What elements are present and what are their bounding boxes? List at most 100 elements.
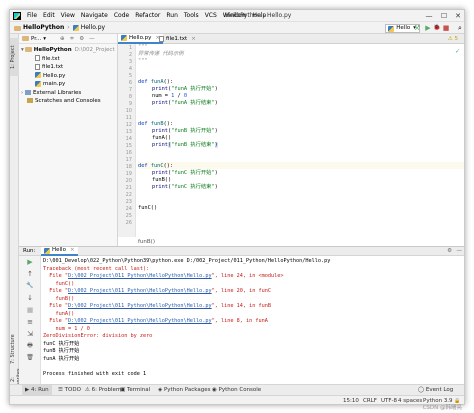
code-token: funC xyxy=(150,163,164,169)
tree-item-main-py[interactable]: main.py xyxy=(21,80,117,89)
console-line: ZeroDivisionError: division by zero xyxy=(43,333,153,339)
scroll-to-end-icon[interactable]: ⇲ xyxy=(26,330,34,338)
code-line: funC() xyxy=(138,205,158,211)
menu-navigate[interactable]: Navigate xyxy=(78,10,111,22)
stop-icon[interactable]: ■ xyxy=(26,306,34,314)
scratches-icon xyxy=(27,98,33,103)
file-link[interactable]: D:\002_Project\011_Python\HelloPython\He… xyxy=(68,288,212,294)
tree-item-root[interactable]: ▾ HelloPython D:\002_Project xyxy=(21,46,117,55)
chevron-down-icon[interactable]: ▾ xyxy=(43,34,46,44)
breadcrumb-separator-icon: › xyxy=(67,24,70,31)
tab-label: Hello.py xyxy=(129,35,152,41)
menu-tools[interactable]: Tools xyxy=(181,10,202,22)
tree-item-scratches[interactable]: Scratches and Consoles xyxy=(21,97,117,106)
line-number: 15 xyxy=(125,143,132,149)
scroll-down-icon[interactable]: ↓ xyxy=(26,294,34,302)
debug-icon[interactable]: 🐞 xyxy=(433,24,441,32)
folder-icon xyxy=(14,25,21,31)
ide-window: File Edit View Navigate Code Refactor Ru… xyxy=(9,9,465,405)
file-link[interactable]: D:\002_Project\011_Python\HelloPython\He… xyxy=(68,273,212,279)
code-line: funB() xyxy=(152,177,172,183)
locate-icon[interactable]: ⊕ xyxy=(60,34,65,44)
line-number: 16 xyxy=(125,150,132,156)
code-line: print("funC 执行开始") xyxy=(152,170,218,176)
hide-icon[interactable]: — xyxy=(457,247,463,256)
wrench-icon[interactable]: 🔧 xyxy=(26,282,34,290)
tab-structure[interactable]: 7: Structure xyxy=(10,330,19,368)
tree-root-path: D:\002_Project xyxy=(74,47,115,53)
warning-counter[interactable]: ⚠ 5 xyxy=(448,35,458,43)
console-text: ", line 8, in funA xyxy=(211,318,268,324)
line-number: 22 xyxy=(125,192,132,198)
run-icon[interactable]: ▶ xyxy=(424,24,432,32)
stop-icon[interactable]: ■ xyxy=(442,24,450,32)
tab-project[interactable]: 1: Project xyxy=(10,38,19,76)
console-line: funC 执行开始 xyxy=(43,340,80,347)
tree-item-file1-txt[interactable]: file1.txt xyxy=(21,63,117,72)
console-line: funB 执行开始 xyxy=(43,348,80,354)
tree-item-hello-py[interactable]: Hello.py xyxy=(21,72,117,81)
tree-item-external-libraries[interactable]: › External Libraries xyxy=(21,89,117,98)
collapse-icon[interactable]: ≑ xyxy=(70,34,75,44)
close-button[interactable]: ✕ xyxy=(451,10,464,22)
menu-code[interactable]: Code xyxy=(111,10,132,22)
python-file-icon xyxy=(35,80,41,87)
console-output[interactable]: D:\001_Develop\022_Python\Python39\pytho… xyxy=(43,258,463,394)
project-tree: ▾ HelloPython D:\002_Project file.txt file… xyxy=(19,44,117,106)
file-link[interactable]: D:\002_Project\011_Python\HelloPython\He… xyxy=(68,318,212,324)
search-icon[interactable]: ⌕ xyxy=(456,24,464,32)
maximize-button[interactable]: ☐ xyxy=(437,10,451,22)
gear-icon[interactable]: ⚙ xyxy=(79,34,84,44)
trash-icon[interactable]: 🗑 xyxy=(26,354,34,362)
tab-file1-txt[interactable]: file1.txt × xyxy=(156,34,199,44)
menu-file[interactable]: File xyxy=(24,10,40,22)
close-icon[interactable]: × xyxy=(70,246,75,255)
project-view-select[interactable]: Pr... xyxy=(31,34,41,44)
console-line: Traceback (most recent call last): xyxy=(43,265,150,272)
code-token: print xyxy=(152,128,168,134)
rerun-icon[interactable]: ▶ xyxy=(26,258,34,266)
line-separator[interactable]: CRLF xyxy=(363,396,377,404)
file-link[interactable]: D:\002_Project\011_Python\HelloPython\He… xyxy=(68,303,212,309)
run-panel-title: Run: xyxy=(23,248,36,254)
menu-vcs[interactable]: VCS xyxy=(202,10,220,22)
indent-setting[interactable]: 4 spaces xyxy=(398,396,422,404)
run-toolbar: ▶ ↑ 🔧 ↓ ■ ≡ ⇲ 🖶 🗑 xyxy=(19,256,41,396)
run-tab-label: Hello xyxy=(52,247,66,253)
inspection-ok-icon: ✓ xyxy=(454,48,460,55)
editor-breadcrumb[interactable]: funB() xyxy=(138,239,155,245)
scroll-up-icon[interactable]: ↑ xyxy=(26,270,34,278)
menu-run[interactable]: Run xyxy=(163,10,181,22)
tree-item-label: main.py xyxy=(43,81,66,87)
hide-icon[interactable]: — xyxy=(89,34,95,44)
editor-tabs: Hello.py × file1.txt × ⚠ 5 xyxy=(118,34,464,44)
code-token: print xyxy=(152,184,168,190)
line-number: 3 xyxy=(128,59,132,65)
run-tab-hello[interactable]: Hello × xyxy=(41,247,78,256)
python-file-icon xyxy=(35,72,41,78)
minimize-button[interactable]: — xyxy=(422,10,436,22)
code-token: print xyxy=(152,100,168,106)
print-icon[interactable]: 🖶 xyxy=(26,342,34,350)
code-line: def funA(): xyxy=(138,79,173,86)
code-token: "funB 执行开始" xyxy=(171,128,215,134)
line-number: 26 xyxy=(125,220,132,226)
menu-view[interactable]: View xyxy=(58,10,78,22)
breadcrumb-project[interactable]: HelloPython xyxy=(23,22,64,34)
soft-wrap-icon[interactable]: ≡ xyxy=(26,318,34,326)
build-icon[interactable]: ⚒ xyxy=(413,24,421,32)
breadcrumb-file[interactable]: Hello.py xyxy=(81,22,105,34)
tab-label: file1.txt xyxy=(166,36,188,42)
close-icon[interactable]: × xyxy=(191,34,196,44)
menu-refactor[interactable]: Refactor xyxy=(132,10,163,22)
caret-position[interactable]: 15:10 xyxy=(343,396,359,404)
file-encoding[interactable]: UTF-8 xyxy=(381,396,397,404)
code-token: funA xyxy=(150,79,164,85)
code-token: "funA 执行开始" xyxy=(171,86,215,92)
code-area[interactable]: """ 异常传递 代码示例 """ def funA(): print("fun… xyxy=(138,44,464,237)
console-line: funB() xyxy=(43,295,75,302)
tree-item-file-txt[interactable]: file.txt xyxy=(21,55,117,64)
menu-edit[interactable]: Edit xyxy=(40,10,58,22)
gear-icon[interactable]: ⚙ xyxy=(447,247,452,256)
line-number: 18 xyxy=(125,164,132,170)
